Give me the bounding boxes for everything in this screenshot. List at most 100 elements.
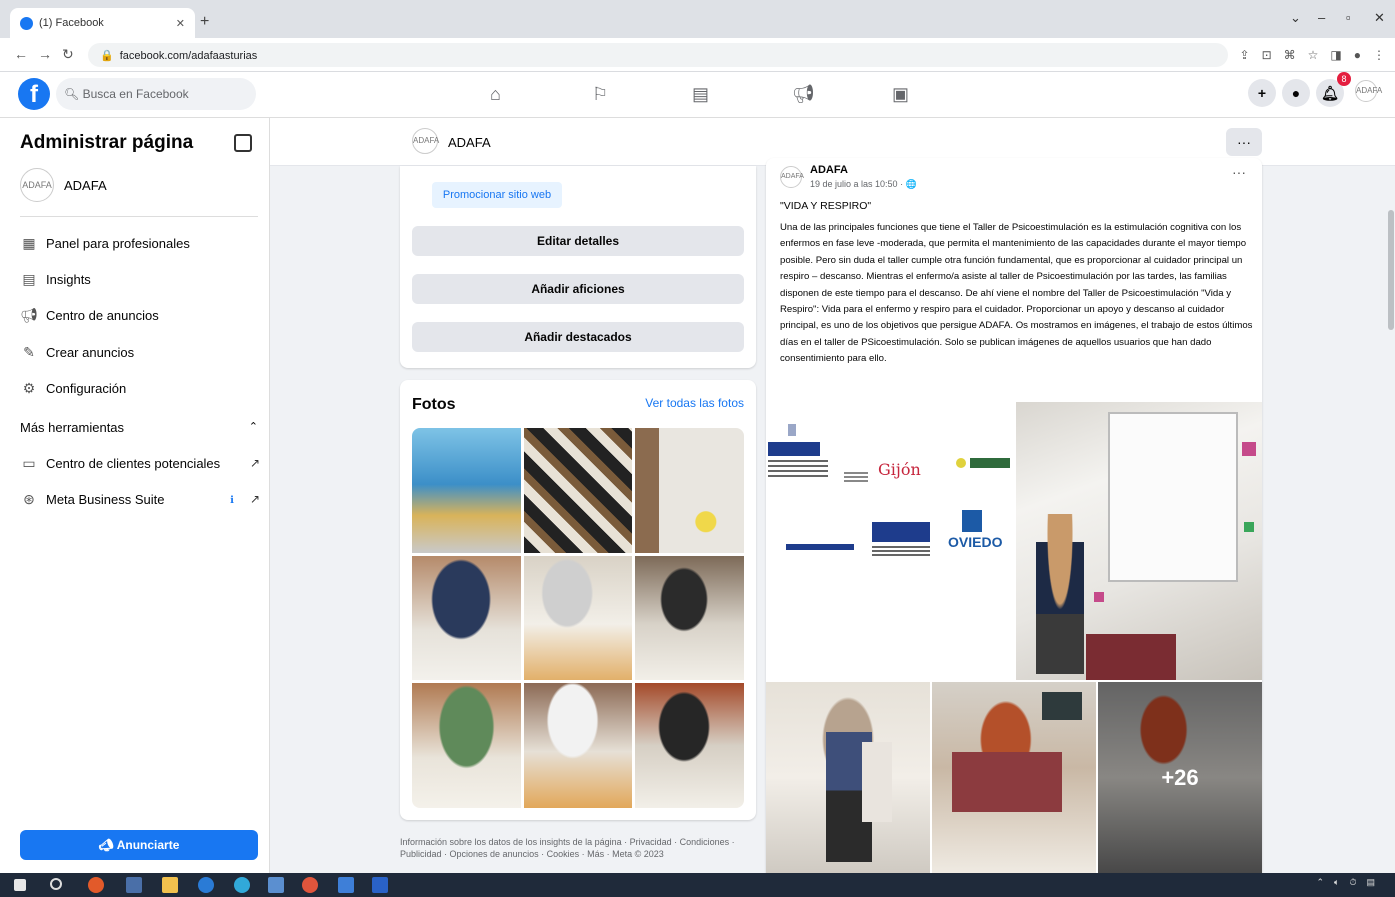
post-image-whiteboard[interactable] — [1016, 402, 1262, 680]
collapse-sidebar-icon[interactable] — [234, 134, 252, 152]
post-options-icon[interactable]: ··· — [1232, 164, 1246, 180]
photo-thumbnail[interactable] — [523, 683, 633, 808]
sidebar-item-ad-center[interactable]: 📢︎ Centro de anuncios — [20, 306, 260, 324]
sidebar-page-switcher[interactable]: ADAFA ADAFA — [20, 168, 107, 202]
url-field[interactable]: 🔒 facebook.com/adafaasturias — [88, 43, 1228, 67]
see-all-photos-link[interactable]: Ver todas las fotos — [645, 396, 744, 410]
pages-flag-icon[interactable]: ⚐ — [592, 84, 608, 105]
account-avatar[interactable]: ADAFA — [1355, 80, 1382, 102]
page-avatar: ADAFA — [20, 168, 54, 202]
more-options-button[interactable]: ··· — [1226, 128, 1262, 156]
url-text: facebook.com/adafaasturias — [119, 50, 258, 62]
extension-icon[interactable]: ⊡ — [1262, 48, 1272, 62]
minimize-icon[interactable]: – — [1318, 10, 1325, 25]
tray-chevron-icon[interactable]: ⌃ — [1317, 877, 1325, 888]
edge-new-icon[interactable] — [234, 877, 250, 893]
notification-center-icon[interactable]: ▤ — [1366, 877, 1375, 888]
search-input[interactable]: 🔍︎ Busca en Facebook — [56, 78, 256, 110]
sidebar-item-label: Centro de clientes potenciales — [46, 455, 221, 471]
post-image-logos[interactable]: Gijón OVIEDO — [766, 402, 1016, 680]
word-icon[interactable] — [372, 877, 388, 893]
photo-thumbnail[interactable] — [523, 555, 633, 681]
messenger-icon[interactable]: ● — [1282, 79, 1310, 107]
photo-thumbnail[interactable] — [635, 428, 744, 553]
tab-title: (1) Facebook — [39, 17, 104, 29]
app-icon[interactable] — [338, 877, 354, 893]
ads-megaphone-icon[interactable]: 📢︎ — [792, 84, 815, 105]
home-icon[interactable]: ⌂ — [490, 84, 501, 105]
add-hobbies-button[interactable]: Añadir aficiones — [412, 274, 744, 304]
insights-nav-icon[interactable]: ▤ — [692, 84, 709, 105]
file-explorer-icon[interactable] — [162, 877, 178, 893]
butterfly-decoration — [1242, 442, 1256, 456]
sidebar-item-professional-dashboard[interactable]: ▦ Panel para profesionales — [20, 234, 260, 252]
maximize-icon[interactable]: ▫ — [1346, 10, 1351, 25]
add-featured-button[interactable]: Añadir destacados — [412, 322, 744, 352]
photos-grid — [412, 428, 744, 808]
external-link-icon: ℹ ↗ — [230, 492, 260, 506]
promote-button-label: Anunciarte — [116, 838, 180, 852]
post-image-game[interactable]: +26 — [1098, 682, 1262, 873]
photo-thumbnail[interactable] — [412, 428, 521, 553]
whiteboard — [1108, 412, 1238, 582]
chrome-icon[interactable] — [302, 877, 318, 893]
about-card: Promocionar sitio web Editar detalles Añ… — [400, 166, 756, 368]
sidebar-item-label: Panel para profesionales — [46, 235, 190, 251]
page-scrollbar[interactable] — [1388, 210, 1394, 330]
promote-website-button[interactable]: Promocionar sitio web — [432, 182, 562, 208]
post-image-dancing[interactable] — [766, 682, 930, 873]
menu-icon[interactable]: ⋮ — [1373, 48, 1385, 62]
edge-icon[interactable] — [198, 877, 214, 893]
browser-tab[interactable]: (1) Facebook ✕ — [10, 8, 195, 38]
volume-icon[interactable]: 🔈︎ — [1334, 877, 1339, 888]
meta-icon: ⊛ — [23, 491, 35, 507]
facebook-logo-icon[interactable]: f — [18, 78, 50, 110]
tab-close-icon[interactable]: ✕ — [176, 17, 185, 30]
create-plus-icon[interactable]: + — [1248, 79, 1276, 107]
sidebar-item-create-ads[interactable]: ✎ Crear anuncios — [20, 343, 260, 361]
sidebar-item-label: Configuración — [46, 380, 127, 396]
forward-icon[interactable]: → — [38, 46, 52, 62]
tab-search-icon[interactable]: ⌄ — [1290, 10, 1301, 26]
close-window-icon[interactable]: ✕ — [1374, 10, 1385, 26]
promote-button[interactable]: 📣︎ Anunciarte — [20, 830, 258, 860]
profile-icon[interactable]: ● — [1354, 48, 1361, 62]
manage-page-sidebar: Administrar página ADAFA ADAFA ▦ Panel p… — [0, 118, 270, 873]
firefox-icon[interactable] — [88, 877, 104, 893]
photo-thumbnail[interactable] — [412, 683, 521, 808]
dashboard-icon: ▦ — [22, 235, 36, 251]
page-footer-links[interactable]: Información sobre los datos de los insig… — [400, 836, 756, 860]
sidebar-item-leads-center[interactable]: ▭ Centro de clientes potenciales ↗ — [20, 454, 260, 472]
sidepanel-icon[interactable]: ◨ — [1330, 48, 1341, 62]
edit-details-button[interactable]: Editar detalles — [412, 226, 744, 256]
post-timestamp[interactable]: 19 de julio a las 10:50 · 🌐 — [810, 179, 917, 190]
post-author-name[interactable]: ADAFA — [810, 164, 848, 176]
photo-thumbnail[interactable] — [635, 555, 744, 681]
windows-start-icon[interactable] — [14, 879, 26, 891]
back-icon[interactable]: ← — [14, 46, 28, 62]
sidebar-item-insights[interactable]: ▤ Insights — [20, 270, 260, 288]
post-author-avatar[interactable]: ADAFA — [780, 166, 804, 188]
post-body-text: Una de las principales funciones que tie… — [780, 222, 1253, 365]
new-tab-icon[interactable]: + — [200, 13, 209, 31]
share-icon[interactable]: ⇪ — [1240, 48, 1250, 62]
sidebar-item-meta-business-suite[interactable]: ⊛ Meta Business Suite ℹ ↗ — [20, 490, 260, 508]
post-image-writing[interactable] — [932, 682, 1096, 873]
watch-icon[interactable]: ▣ — [892, 84, 909, 105]
taskbar-search-icon[interactable] — [50, 878, 62, 890]
clock[interactable]: ⏱ — [1349, 877, 1356, 888]
external-link-icon: ↗ — [249, 456, 260, 470]
more-photos-overlay[interactable]: +26 — [1098, 682, 1262, 873]
photo-thumbnail[interactable] — [635, 683, 744, 808]
more-tools-header[interactable]: Más herramientas ⌃ — [20, 420, 258, 435]
store-icon[interactable] — [268, 877, 284, 893]
sidebar-item-settings[interactable]: ⚙ Configuración — [20, 379, 260, 397]
translate-icon[interactable]: ⌘ — [1284, 48, 1296, 62]
logo-caption — [768, 460, 828, 480]
taskview-icon[interactable] — [126, 877, 142, 893]
search-placeholder: Busca en Facebook — [82, 87, 189, 101]
bookmark-star-icon[interactable]: ☆ — [1308, 48, 1319, 62]
reload-icon[interactable]: ↻ — [62, 46, 74, 63]
photo-thumbnail[interactable] — [523, 428, 633, 553]
photo-thumbnail[interactable] — [412, 555, 521, 681]
